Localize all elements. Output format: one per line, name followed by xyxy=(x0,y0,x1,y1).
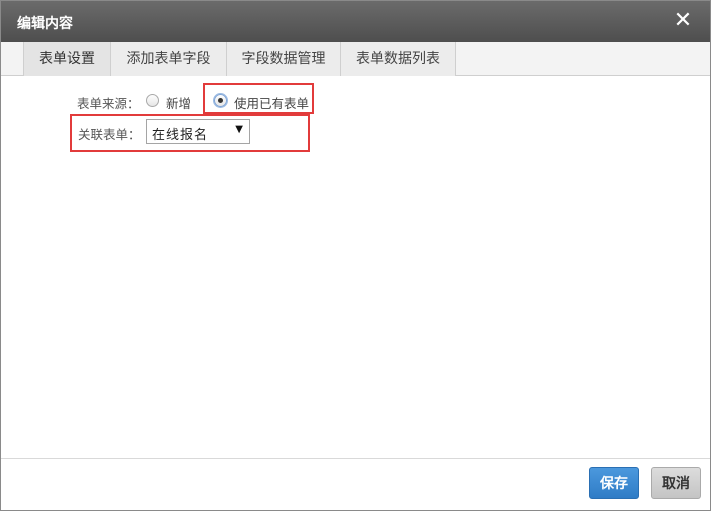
cancel-button[interactable]: 取消 xyxy=(651,467,701,499)
dialog-footer: 保存 取消 xyxy=(1,458,710,510)
radio-new-label[interactable]: 新增 xyxy=(166,93,191,112)
tab-field-data-management[interactable]: 字段数据管理 xyxy=(227,42,341,76)
tab-form-data-list[interactable]: 表单数据列表 xyxy=(341,42,456,76)
tab-form-settings[interactable]: 表单设置 xyxy=(23,42,111,76)
tab-add-form-fields[interactable]: 添加表单字段 xyxy=(111,42,227,76)
tab-bar: 表单设置 添加表单字段 字段数据管理 表单数据列表 xyxy=(1,42,710,76)
dialog-title: 编辑内容 xyxy=(17,16,73,32)
edit-content-dialog: 编辑内容 ✕ 表单设置 添加表单字段 字段数据管理 表单数据列表 表单来源： 新… xyxy=(0,0,711,511)
highlight-box-existing-option xyxy=(203,83,314,114)
highlight-box-linked-form xyxy=(70,114,310,152)
close-icon[interactable]: ✕ xyxy=(672,8,694,34)
dialog-titlebar: 编辑内容 ✕ xyxy=(1,1,710,42)
save-button[interactable]: 保存 xyxy=(589,467,639,499)
form-source-label: 表单来源： xyxy=(77,96,140,111)
radio-new[interactable] xyxy=(146,94,159,107)
